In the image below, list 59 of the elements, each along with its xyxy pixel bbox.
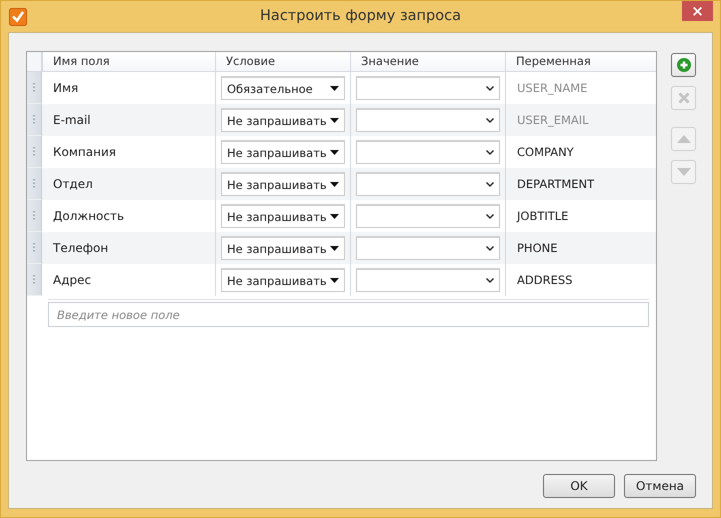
triangle-down-icon [676,168,690,176]
value-dropdown[interactable] [356,236,500,260]
condition-dropdown[interactable]: Не запрашивать [221,172,345,196]
field-name: Компания [52,144,117,161]
condition-dropdown[interactable]: Не запрашивать [221,204,345,228]
condition-dropdown[interactable]: Не запрашивать [221,236,345,260]
ok-button[interactable]: OK [543,474,615,498]
caret-icon [330,150,339,155]
field-name: Телефон [52,240,110,257]
chevron-down-icon [486,278,494,283]
cancel-button[interactable]: Отмена [624,474,696,498]
chevron-down-icon [486,150,494,155]
condition-dropdown[interactable]: Не запрашивать [221,268,345,292]
condition-dropdown[interactable]: Не запрашивать [221,140,345,164]
caret-icon [330,182,339,187]
chevron-down-icon [486,214,494,219]
variable-name: PHONE [505,232,656,264]
chevron-down-icon [486,118,494,123]
value-dropdown[interactable] [356,204,500,228]
value-dropdown[interactable] [356,140,500,164]
variable-name: ADDRESS [505,264,656,296]
column-header: Имя поля [42,52,215,71]
close-icon [678,92,690,104]
value-dropdown[interactable] [356,76,500,100]
drag-handle-icon[interactable] [32,147,36,156]
value-dropdown[interactable] [356,268,500,292]
field-name: Адрес [52,272,92,289]
drag-handle-icon[interactable] [32,243,36,252]
caret-icon [330,118,339,123]
drag-handle-icon[interactable] [32,83,36,92]
variable-name: USER_EMAIL [505,104,656,136]
plus-icon [676,58,690,72]
triangle-up-icon [676,135,690,143]
caret-icon [330,278,339,283]
window-title: Настроить форму запроса [260,8,461,24]
value-dropdown[interactable] [356,172,500,196]
field-name: E-mail [52,112,92,129]
drag-handle-icon[interactable] [32,115,36,124]
caret-icon [330,86,339,91]
chevron-down-icon [486,86,494,91]
column-header: Условие [215,52,350,71]
drag-handle-icon[interactable] [32,179,36,188]
variable-name: DEPARTMENT [505,168,656,200]
field-name: Имя [52,80,80,97]
drag-handle-icon[interactable] [32,211,36,220]
drag-handle-icon[interactable] [32,275,36,284]
new-field-input[interactable]: Введите новое поле [48,302,649,327]
chevron-down-icon [486,246,494,251]
checkmark-logo-icon [9,8,27,26]
column-header: Переменная [505,52,656,71]
field-name: Отдел [52,176,94,193]
caret-icon [330,214,339,219]
caret-icon [330,246,339,251]
value-dropdown[interactable] [356,108,500,132]
column-header: Значение [350,52,505,71]
add-button[interactable] [671,53,696,77]
field-name: Должность [52,208,126,225]
chevron-down-icon [486,182,494,187]
close-button[interactable]: × [682,1,713,21]
